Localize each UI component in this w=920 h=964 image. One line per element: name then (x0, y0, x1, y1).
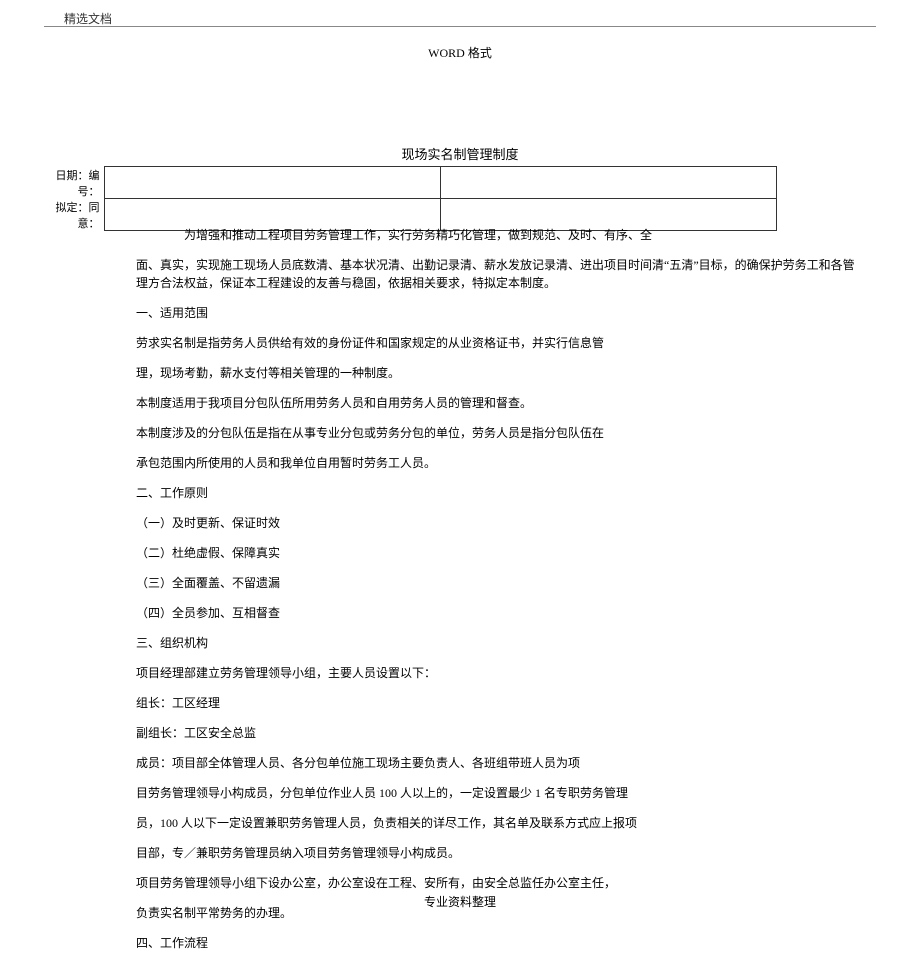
meta-cell-r1c1 (104, 167, 440, 199)
meta-cell-r1c2 (440, 167, 776, 199)
para-2: 劳求实名制是指劳务人员供给有效的身份证件和国家规定的从业资格证书，并实行信息管 (136, 334, 860, 352)
meta-draft-text: 拟定： (56, 202, 89, 214)
heading-2: 二、工作原则 (136, 484, 860, 502)
footer-text: 专业资料整理 (0, 893, 920, 910)
heading-1: 一、适用范围 (136, 304, 860, 322)
para-7: 项目经理部建立劳务管理领导小组，主要人员设置以下： (136, 664, 860, 682)
principle-2: （二）杜绝虚假、保障真实 (136, 544, 860, 562)
heading-3: 三、组织机构 (136, 634, 860, 652)
para-10: 成员：项目部全体管理人员、各分包单位施工现场主要负责人、各班组带班人员为项 (136, 754, 860, 772)
meta-date-label: 日期：编号： (40, 167, 104, 199)
para-9: 副组长：工区安全总监 (136, 724, 860, 742)
content-body: 为增强和推动工程项目劳务管理工作，实行劳务精巧化管理，做到规范、及时、有序、全 … (136, 226, 860, 964)
meta-date-text: 日期： (56, 170, 89, 182)
header-rule (44, 26, 876, 27)
principle-3: （三）全面覆盖、不留遗漏 (136, 574, 860, 592)
document-title: 现场实名制管理制度 (0, 144, 920, 163)
principle-1: （一）及时更新、保证时效 (136, 514, 860, 532)
para-12: 员，100 人以下一定设置兼职劳务管理人员，负责相关的详尽工作，其名单及联系方式… (136, 814, 860, 832)
para-8: 组长：工区经理 (136, 694, 860, 712)
meta-table: 日期：编号： 拟定：同意： (40, 166, 777, 231)
word-format-label: WORD 格式 (0, 44, 920, 61)
para-3: 理，现场考勤，薪水支付等相关管理的一种制度。 (136, 364, 860, 382)
para-intro-a: 为增强和推动工程项目劳务管理工作，实行劳务精巧化管理，做到规范、及时、有序、全 (136, 226, 860, 244)
para-13: 目部，专／兼职劳务管理员纳入项目劳务管理领导小构成员。 (136, 844, 860, 862)
para-11: 目劳务管理领导小构成员，分包单位作业人员 100 人以上的，一定设置最少 1 名… (136, 784, 860, 802)
meta-draft-label: 拟定：同意： (40, 199, 104, 231)
para-14: 项目劳务管理领导小组下设办公室，办公室设在工程、安所有，由安全总监任办公室主任， (136, 874, 860, 892)
header-label: 精选文档 (64, 10, 112, 27)
para-6: 承包范围内所使用的人员和我单位自用暂时劳务工人员。 (136, 454, 860, 472)
para-5: 本制度涉及的分包队伍是指在从事专业分包或劳务分包的单位，劳务人员是指分包队伍在 (136, 424, 860, 442)
heading-4: 四、工作流程 (136, 934, 860, 952)
para-4: 本制度适用于我项目分包队伍所用劳务人员和自用劳务人员的管理和督查。 (136, 394, 860, 412)
principle-4: （四）全员参加、互相督查 (136, 604, 860, 622)
para-intro-b: 面、真实，实现施工现场人员底数清、基本状况清、出勤记录清、薪水发放记录清、进出项… (136, 256, 860, 292)
